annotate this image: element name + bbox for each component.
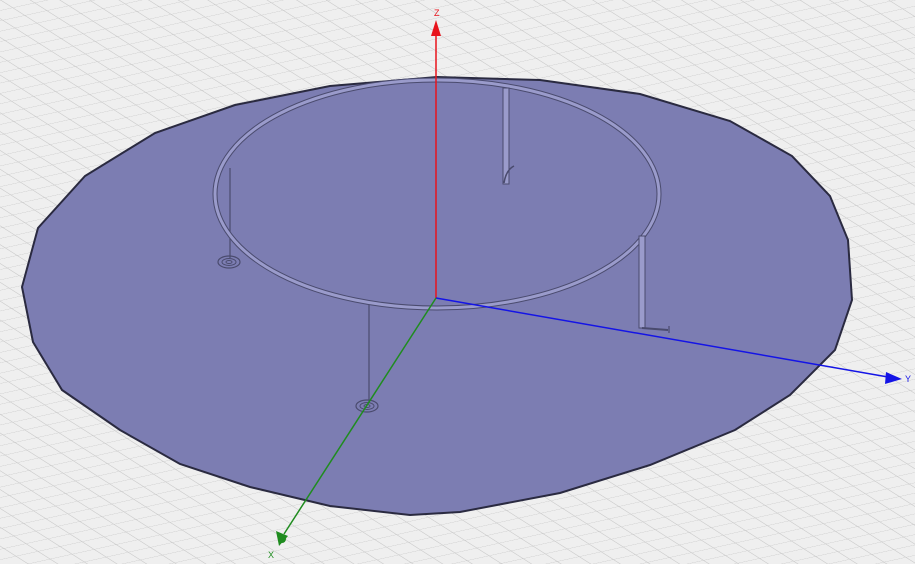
3d-modeler-viewport[interactable]: Z Y X: [0, 0, 915, 564]
model-scene[interactable]: Z Y X: [0, 0, 915, 564]
z-axis-label: Z: [434, 8, 440, 18]
x-axis-label: X: [268, 550, 274, 560]
y-axis-label: Y: [905, 374, 911, 384]
